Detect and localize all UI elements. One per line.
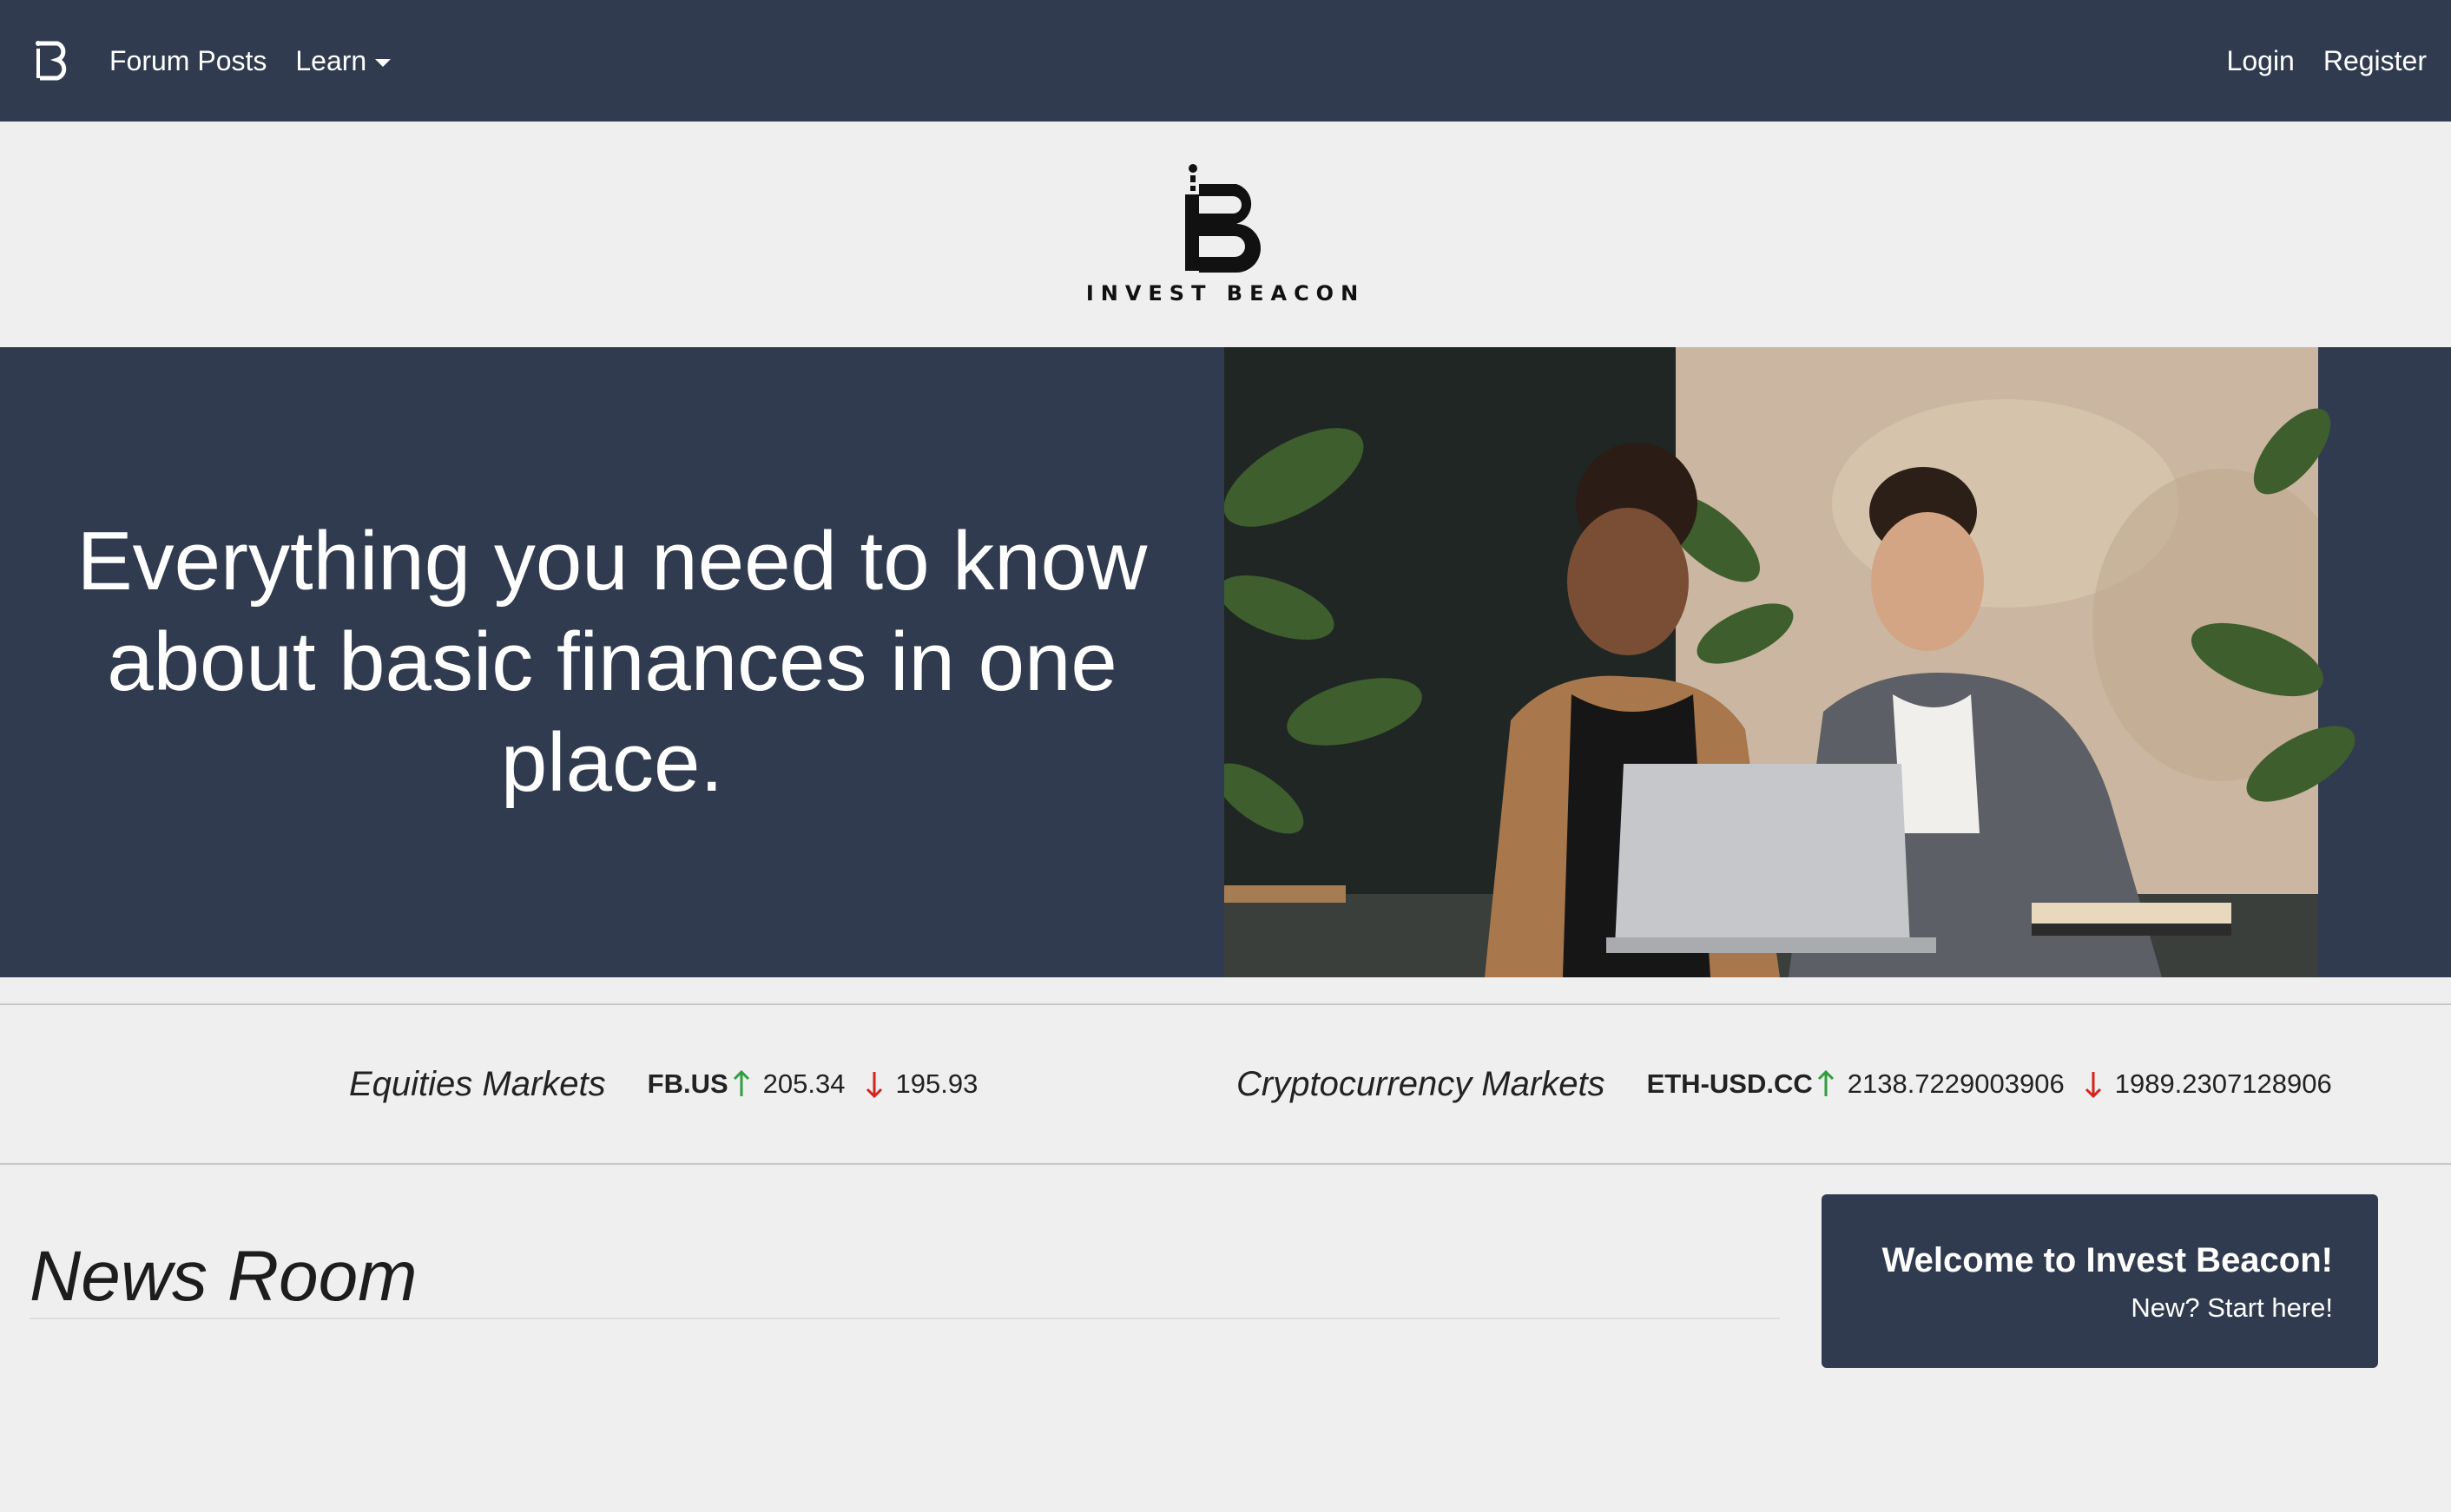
auth-links: Login Register xyxy=(2198,45,2427,77)
nav-forum-posts[interactable]: Forum Posts xyxy=(109,45,267,77)
nav-learn-label: Learn xyxy=(295,44,367,76)
arrow-up-icon xyxy=(733,1070,749,1096)
equities-market-title: Equities Markets xyxy=(349,1064,606,1103)
news-divider xyxy=(30,1318,1780,1319)
hero-photo xyxy=(1224,347,2378,977)
welcome-title: Welcome to Invest Beacon! xyxy=(1881,1241,2333,1279)
nav-learn-dropdown[interactable]: Learn xyxy=(295,44,392,77)
hero-section: Everything you need to know about basic … xyxy=(0,347,2451,977)
crypto-high-price: 2138.7229003906 xyxy=(1847,1068,2065,1099)
crypto-market-title: Cryptocurrency Markets xyxy=(1236,1064,1605,1103)
crypto-symbol: ETH-USD.CC xyxy=(1646,1068,1813,1099)
equities-high-price: 205.34 xyxy=(762,1068,846,1099)
chevron-down-icon xyxy=(375,58,392,67)
news-room-title: News Room xyxy=(30,1237,418,1316)
equities-market: Equities Markets FB.US 205.34 195.93 xyxy=(349,1005,978,1163)
arrow-down-icon xyxy=(866,1072,882,1098)
lower-section: News Room Welcome to Invest Beacon! New?… xyxy=(0,1165,2451,1512)
brand-header: INVEST BEACON xyxy=(0,122,2451,347)
equities-low-price: 195.93 xyxy=(895,1068,978,1099)
top-navbar: Forum Posts Learn Login Register xyxy=(0,0,2451,122)
hero-text-panel: Everything you need to know about basic … xyxy=(0,347,1224,977)
crypto-market: Cryptocurrency Markets ETH-USD.CC 2138.7… xyxy=(1236,1005,2332,1163)
register-link[interactable]: Register xyxy=(2323,45,2427,77)
brand-name: INVEST BEACON xyxy=(1085,281,1366,306)
start-here-link[interactable]: New? Start here! xyxy=(1822,1292,2333,1324)
hero-title: Everything you need to know about basic … xyxy=(76,515,1148,809)
ib-logo-icon[interactable] xyxy=(1183,163,1269,273)
arrow-down-icon xyxy=(2085,1072,2101,1098)
login-link[interactable]: Login xyxy=(2227,45,2295,77)
welcome-card[interactable]: Welcome to Invest Beacon! New? Start her… xyxy=(1822,1194,2378,1368)
crypto-low-price: 1989.2307128906 xyxy=(2114,1068,2332,1099)
arrow-up-icon xyxy=(1817,1070,1834,1096)
market-ticker: Equities Markets FB.US 205.34 195.93 Cry… xyxy=(0,1003,2451,1165)
equities-symbol: FB.US xyxy=(647,1068,728,1099)
ib-logo-icon[interactable] xyxy=(31,38,76,83)
